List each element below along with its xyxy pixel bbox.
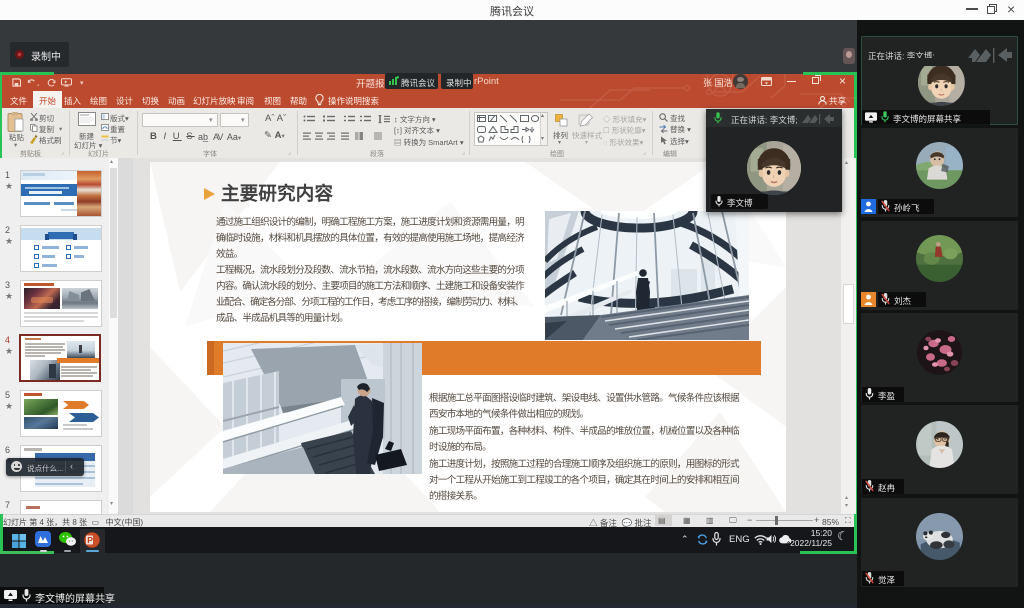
svg-text:P: P bbox=[87, 535, 93, 545]
